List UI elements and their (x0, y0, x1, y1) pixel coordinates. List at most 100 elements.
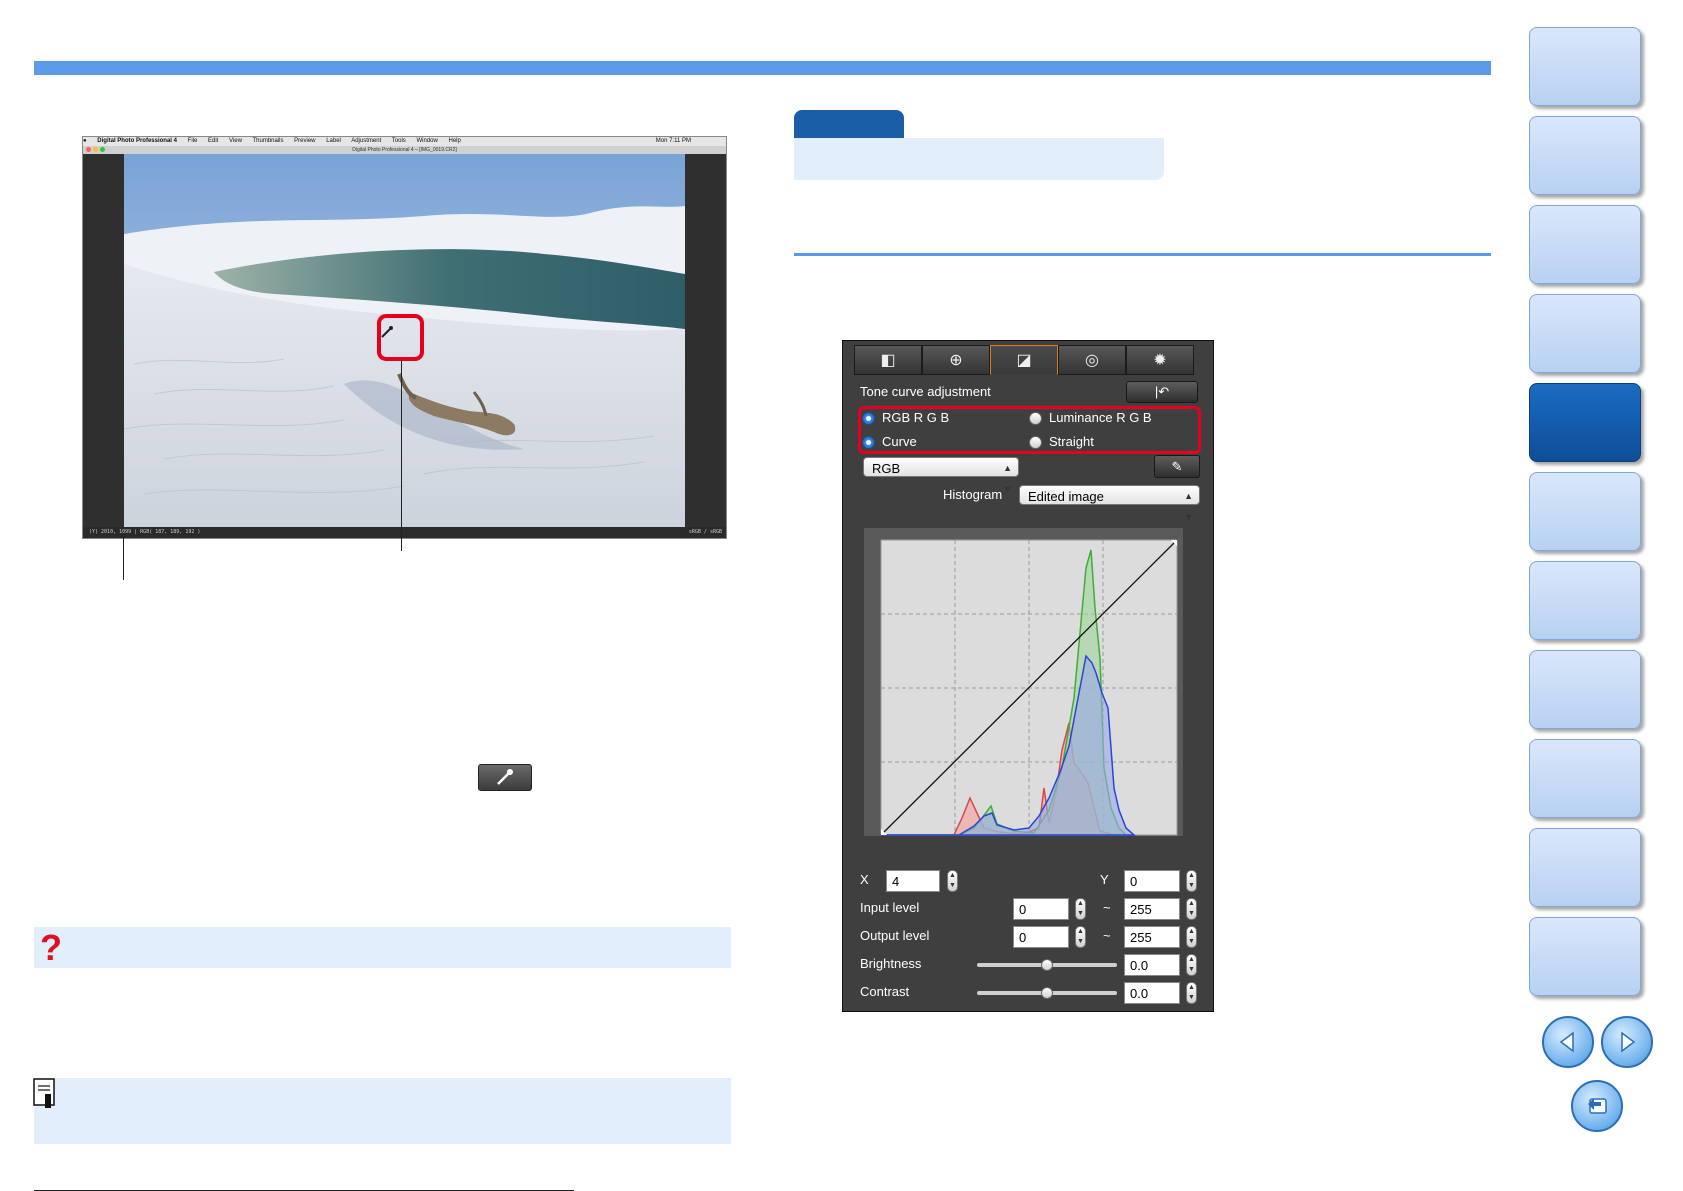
readout-callout-line (123, 537, 124, 580)
y-value-field[interactable]: 0 (1124, 870, 1180, 892)
tone-curve-icon: ◪ (1016, 352, 1032, 369)
side-nav-tab-3[interactable] (1529, 205, 1641, 284)
return-page-button[interactable] (1571, 1080, 1623, 1132)
side-nav-tab-10[interactable] (1529, 828, 1641, 907)
side-nav-tab-11[interactable] (1529, 917, 1641, 996)
color-icon: ◎ (1085, 352, 1099, 369)
menu-label[interactable]: Label (326, 138, 341, 144)
input-level-max-field[interactable]: 255 (1124, 898, 1180, 920)
side-nav-tab-9[interactable] (1529, 739, 1641, 818)
return-arrow-icon (1588, 1098, 1607, 1114)
menu-help[interactable]: Help (449, 138, 461, 144)
pixel-info-readout: (Y) 2010, 1099 | RGB( 187, 189, 192 ) (89, 529, 201, 535)
menu-view[interactable]: View (229, 138, 242, 144)
menu-window[interactable]: Window (416, 138, 437, 144)
header-rule (34, 61, 1491, 75)
zoom-window-icon[interactable] (100, 147, 105, 152)
output-level-min-field[interactable]: 0 (1013, 926, 1069, 948)
eyedropper-icon: ✎ (1171, 459, 1183, 474)
menu-app-name[interactable]: Digital Photo Professional 4 (97, 138, 177, 144)
y-stepper[interactable]: ▲ ▼ (1186, 870, 1197, 892)
side-nav-tab-8[interactable] (1529, 650, 1641, 729)
basic-image-icon: ◧ (880, 352, 896, 369)
output-level-min-stepper[interactable]: ▲ ▼ (1075, 926, 1086, 948)
arrow-left-icon (1559, 1031, 1574, 1053)
menu-file[interactable]: File (188, 138, 198, 144)
updown-icon: ▲ ▼ (1184, 491, 1193, 522)
channel-select-value: RGB (872, 461, 901, 476)
eyedropper-highlight-box (377, 314, 424, 361)
tab-detail[interactable]: ⊕ (922, 345, 990, 375)
memo-pen-icon (33, 1078, 55, 1108)
side-nav-tab-4[interactable] (1529, 294, 1641, 373)
input-level-label: Input level (860, 900, 920, 915)
tab-color[interactable]: ◎ (1058, 345, 1126, 375)
detail-zoom-icon: ⊕ (949, 352, 963, 369)
side-nav-tab-1[interactable] (1529, 27, 1641, 106)
input-level-min-field[interactable]: 0 (1013, 898, 1069, 920)
menu-adjustment[interactable]: Adjustment (351, 138, 381, 144)
input-level-max-stepper[interactable]: ▲ ▼ (1186, 898, 1197, 920)
brightness-stepper[interactable]: ▲ ▼ (1186, 954, 1197, 976)
menu-preview[interactable]: Preview (294, 138, 315, 144)
reset-curve-button[interactable]: |↶ (1126, 381, 1198, 403)
next-page-button[interactable] (1601, 1016, 1653, 1068)
tab-settings[interactable]: ✹ (1126, 345, 1194, 375)
memo-bar (34, 1078, 731, 1144)
subtitle-box (794, 138, 1164, 180)
x-stepper[interactable]: ▲ ▼ (947, 870, 958, 892)
menu-edit[interactable]: Edit (208, 138, 218, 144)
eyedropper-icon (497, 769, 513, 785)
x-value-field[interactable]: 4 (886, 870, 940, 892)
faq-bar (34, 927, 731, 968)
app-menubar: ● Digital Photo Professional 4 File Edit… (83, 137, 726, 146)
eyedropper-button-illustration (478, 764, 532, 791)
histogram-label: Histogram (943, 487, 1003, 502)
brightness-value-field[interactable]: 0.0 (1124, 954, 1180, 976)
output-level-separator: ~ (1103, 928, 1111, 943)
tone-curve-area (864, 528, 1183, 836)
minimize-window-icon[interactable] (93, 147, 98, 152)
eyedropper-callout-line (401, 361, 402, 551)
arrow-right-icon (1621, 1031, 1636, 1053)
eyedropper-button[interactable]: ✎ (1154, 455, 1200, 478)
menu-thumbnails[interactable]: Thumbnails (252, 138, 283, 144)
palette-title: Tone curve adjustment (860, 384, 991, 399)
contrast-label: Contrast (860, 984, 910, 999)
channel-select[interactable]: RGB ▲ ▼ (863, 457, 1019, 494)
side-nav-tab-6[interactable] (1529, 472, 1641, 551)
radio-group-highlight-box (858, 406, 1201, 454)
input-level-min-stepper[interactable]: ▲ ▼ (1075, 898, 1086, 920)
tone-curve-graph[interactable] (864, 528, 1183, 836)
settings-gear-icon: ✹ (1153, 352, 1167, 369)
advanced-tag (794, 110, 904, 138)
brightness-slider-knob[interactable] (1041, 959, 1053, 971)
side-nav-tab-7[interactable] (1529, 561, 1641, 640)
updown-icon: ▲ ▼ (1003, 463, 1012, 494)
side-nav-tab-5[interactable] (1529, 383, 1641, 462)
output-level-max-stepper[interactable]: ▲ ▼ (1186, 926, 1197, 948)
y-label: Y (1100, 872, 1109, 887)
tab-basic-image[interactable]: ◧ (854, 345, 922, 375)
contrast-slider-knob[interactable] (1041, 987, 1053, 999)
menubar-clock: Mon 7:11 PM (655, 138, 691, 144)
color-space-readout: sRGB / sRGB (688, 529, 722, 535)
x-label: X (860, 872, 869, 887)
output-level-label: Output level (860, 928, 930, 943)
histogram-select[interactable]: Edited image ▲ ▼ (1019, 485, 1200, 522)
contrast-stepper[interactable]: ▲ ▼ (1186, 982, 1197, 1004)
output-level-max-field[interactable]: 255 (1124, 926, 1180, 948)
section-rule (794, 253, 1491, 256)
previous-page-button[interactable] (1542, 1016, 1594, 1068)
window-titlebar: Digital Photo Professional 4 – [IMG_0019… (83, 146, 726, 154)
histogram-select-value: Edited image (1028, 489, 1104, 504)
contrast-value-field[interactable]: 0.0 (1124, 982, 1180, 1004)
reset-icon: |↶ (1154, 384, 1170, 399)
side-nav-tab-2[interactable] (1529, 116, 1641, 195)
menu-tools[interactable]: Tools (392, 138, 406, 144)
brightness-label: Brightness (860, 956, 922, 971)
apple-icon: ● (83, 138, 87, 144)
close-window-icon[interactable] (86, 147, 91, 152)
app-statusbar: (Y) 2010, 1099 | RGB( 187, 189, 192 ) sR… (83, 527, 726, 538)
tab-tone-curve[interactable]: ◪ (990, 345, 1058, 375)
